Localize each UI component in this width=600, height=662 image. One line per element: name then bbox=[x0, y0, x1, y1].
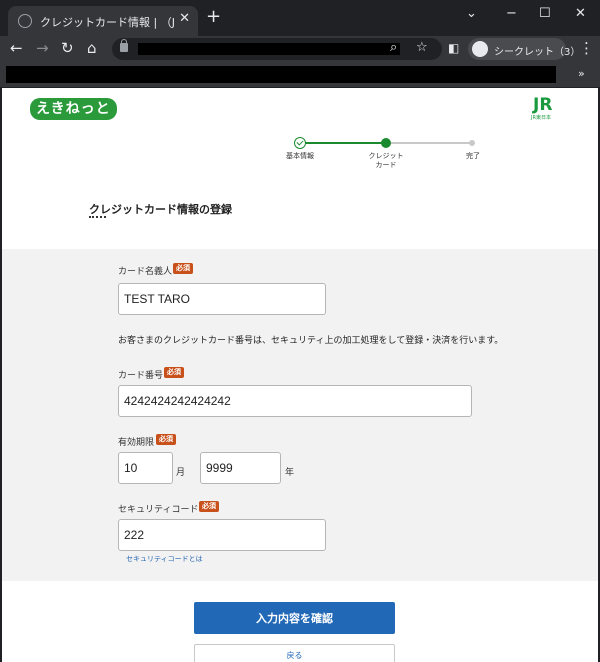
ekinet-logo[interactable]: えきねっと bbox=[30, 98, 117, 120]
required-badge: 必須 bbox=[199, 501, 219, 512]
window-close-icon[interactable]: ✕ bbox=[575, 6, 586, 21]
browser-tab[interactable]: クレジットカード情報 | （JR東日本） ✕ bbox=[8, 6, 198, 36]
page-title: クレジットカード情報の登録 bbox=[89, 203, 232, 216]
incognito-icon bbox=[472, 41, 488, 57]
expiry-label: 有効期限 bbox=[118, 438, 155, 448]
confirm-button[interactable]: 入力内容を確認 bbox=[194, 602, 395, 634]
expiry-month-input[interactable] bbox=[118, 452, 173, 484]
step-label-basic: 基本情報 bbox=[286, 152, 314, 160]
maximize-icon[interactable]: ☐ bbox=[539, 6, 551, 21]
cardholder-input[interactable] bbox=[118, 283, 326, 315]
zoom-icon[interactable]: ⌕ bbox=[390, 40, 397, 55]
minimize-icon[interactable]: − bbox=[506, 6, 517, 21]
side-panel-icon[interactable]: ◧ bbox=[448, 39, 459, 57]
step-label-card: クレジット カード bbox=[368, 152, 404, 169]
tab-search-icon[interactable]: ⌄ bbox=[466, 6, 477, 21]
bookmarks-more-icon[interactable]: » bbox=[578, 67, 585, 80]
step-pending-dot bbox=[469, 140, 475, 146]
lock-icon bbox=[120, 39, 128, 52]
credit-card-form: カード名義人 必須 お客さまのクレジットカード番号は、セキュリティ上の加工処理を… bbox=[2, 249, 598, 581]
security-code-input[interactable] bbox=[118, 519, 326, 551]
home-icon[interactable]: ⌂ bbox=[87, 39, 97, 57]
incognito-indicator[interactable]: シークレット（3） bbox=[468, 38, 580, 60]
title-underline bbox=[89, 216, 106, 218]
step-label-complete: 完了 bbox=[466, 152, 480, 160]
jr-east-logo[interactable]: JR bbox=[533, 96, 552, 114]
security-note: お客さまのクレジットカード番号は、セキュリティ上の加工処理をして登録・決済を行い… bbox=[118, 336, 504, 346]
bookmarks-redacted bbox=[6, 66, 556, 83]
favicon-icon bbox=[18, 14, 32, 28]
address-bar[interactable]: ⌕ ☆ bbox=[112, 38, 442, 60]
jr-east-logo-sub: JR東日本 bbox=[531, 115, 551, 121]
incognito-label: シークレット（3） bbox=[494, 47, 581, 58]
browser-toolbar: ← → ↻ ⌂ ⌕ ☆ ◧ シークレット（3） ⋮ bbox=[0, 36, 600, 62]
new-tab-button[interactable]: + bbox=[206, 8, 221, 26]
url-redacted bbox=[138, 43, 400, 55]
required-badge: 必須 bbox=[164, 367, 184, 378]
page-content: えきねっと JR JR東日本 基本情報 クレジット カード 完了 クレジットカー… bbox=[2, 88, 598, 662]
tab-close-icon[interactable]: ✕ bbox=[179, 11, 190, 26]
cardholder-label: カード名義人 bbox=[118, 267, 173, 277]
bookmark-star-icon[interactable]: ☆ bbox=[416, 40, 428, 55]
security-code-label: セキュリティコード bbox=[118, 505, 199, 515]
expiry-year-input[interactable] bbox=[200, 452, 281, 484]
tab-title: クレジットカード情報 | （JR東日本） bbox=[40, 16, 175, 29]
required-badge: 必須 bbox=[156, 434, 176, 445]
tab-strip: クレジットカード情報 | （JR東日本） ✕ + ⌄ − ☐ ✕ bbox=[0, 0, 600, 36]
security-code-help-link[interactable]: セキュリティコードとは bbox=[126, 554, 203, 564]
year-unit: 年 bbox=[285, 468, 295, 478]
required-badge: 必須 bbox=[173, 263, 193, 274]
back-arrow-icon[interactable]: ← bbox=[10, 39, 23, 57]
menu-kebab-icon[interactable]: ⋮ bbox=[579, 39, 594, 57]
step-current-dot bbox=[381, 138, 391, 148]
bookmarks-bar: » bbox=[0, 62, 600, 88]
stepper-line-pending bbox=[386, 142, 472, 144]
reload-icon[interactable]: ↻ bbox=[61, 39, 74, 57]
card-number-input[interactable] bbox=[118, 385, 472, 417]
stepper-line-done bbox=[300, 142, 386, 144]
card-number-label: カード番号 bbox=[118, 371, 164, 381]
step-done-check-icon bbox=[294, 137, 306, 149]
month-unit: 月 bbox=[176, 468, 186, 478]
forward-arrow-icon[interactable]: → bbox=[36, 39, 49, 57]
back-button[interactable]: 戻る bbox=[194, 644, 395, 662]
